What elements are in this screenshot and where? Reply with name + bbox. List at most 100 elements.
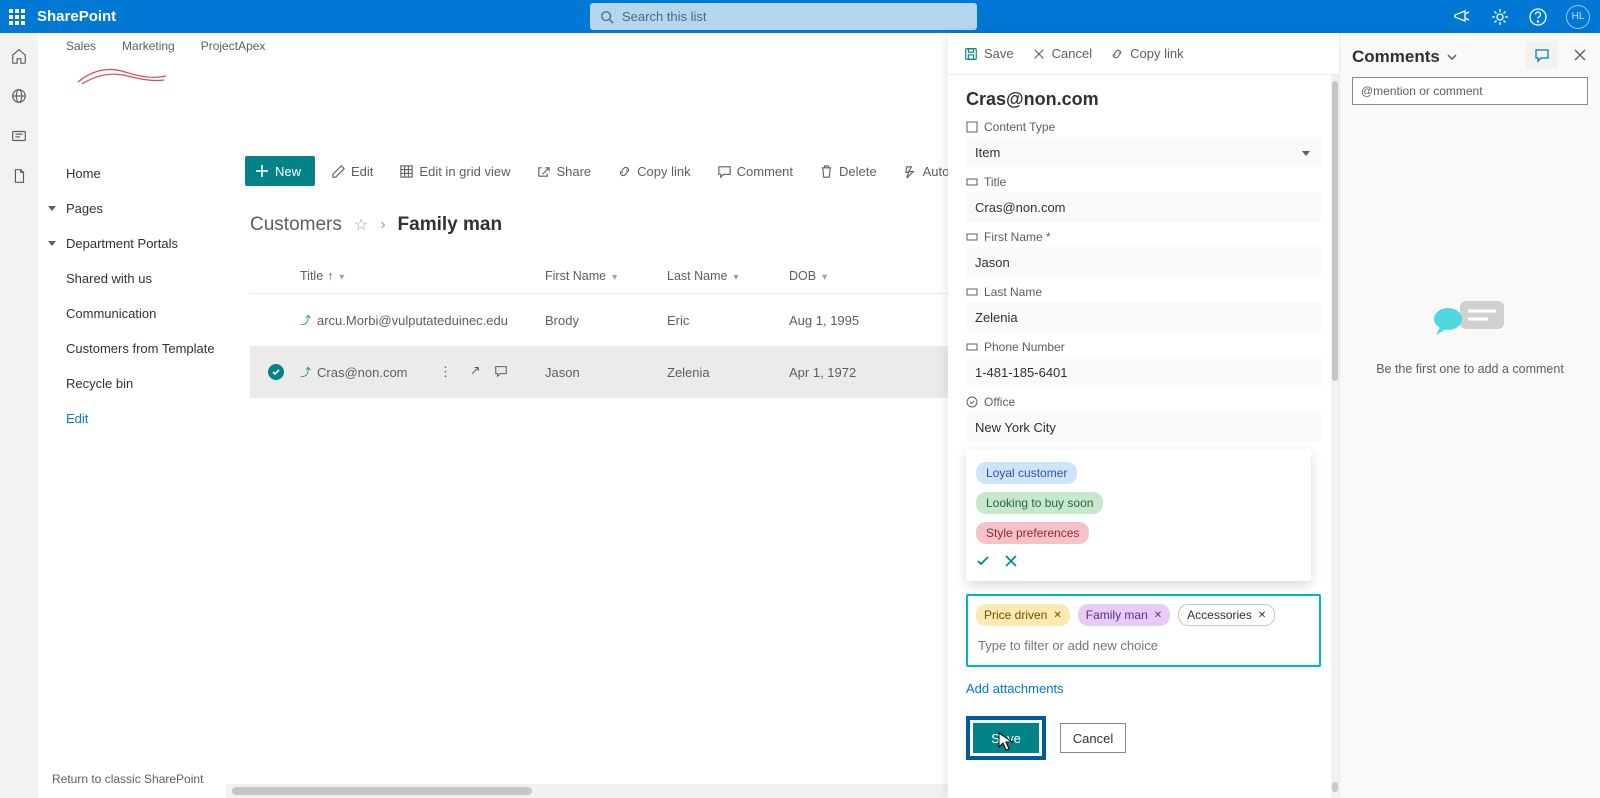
panel-cancel-button[interactable]: Cancel [1032,46,1092,61]
add-attachments-link[interactable]: Add attachments [966,681,1064,696]
plus-icon [255,164,269,178]
text-icon [966,286,978,298]
row-share-icon[interactable] [466,364,480,381]
megaphone-icon[interactable] [1452,7,1472,27]
nav-edit[interactable]: Edit [38,401,223,436]
chevron-down-icon[interactable]: ▾ [339,272,344,283]
news-icon[interactable] [10,127,28,145]
last-name-input[interactable]: Zelenia [966,302,1321,332]
row-comment-icon[interactable] [494,364,508,381]
trash-icon [819,164,834,179]
search-input[interactable]: Search this list [590,3,977,30]
row-last: Zelenia [667,365,789,380]
choice-dropdown: Loyal customer Looking to buy soon Style… [966,450,1311,581]
favorite-star-icon[interactable]: ☆ [354,215,368,235]
search-placeholder: Search this list [622,9,707,24]
nav-department-portals[interactable]: Department Portals [38,226,223,261]
breadcrumb: Customers ☆ › Family man [250,214,502,236]
panel-save-button[interactable]: Save [964,46,1014,61]
breadcrumb-list[interactable]: Customers [250,214,342,236]
first-name-input[interactable]: Jason [966,247,1321,277]
col-title[interactable]: Title↑▾ [300,269,545,283]
app-launcher-button[interactable] [0,0,33,33]
comment-icon [717,164,732,179]
comment-input[interactable]: @mention or comment [1352,77,1588,105]
remove-tag-icon[interactable]: ✕ [1258,610,1266,621]
nav-communication[interactable]: Communication [38,296,223,331]
chevron-right-icon: › [380,216,385,234]
chevron-down-icon[interactable]: ▾ [733,272,738,283]
text-icon [966,231,978,243]
gear-icon[interactable] [1490,7,1510,27]
comments-empty-icon [1430,293,1510,343]
remove-tag-icon[interactable]: ✕ [1053,610,1061,621]
item-icon: ⤴ [300,364,311,380]
new-button[interactable]: New [245,156,315,186]
row-first: Brody [545,313,667,328]
x-icon [1032,47,1046,61]
breadcrumb-view[interactable]: Family man [398,214,503,236]
share-button[interactable]: Share [526,156,601,186]
link-icon [617,164,632,179]
panel-copy-link-button[interactable]: Copy link [1110,46,1183,61]
app-name[interactable]: SharePoint [37,8,116,25]
field-label: Last Name [984,285,1042,299]
help-icon[interactable] [1528,7,1548,27]
hub-link-sales[interactable]: Sales [66,39,96,53]
choice-option[interactable]: Looking to buy soon [976,492,1103,514]
comments-toggle-button[interactable] [1526,41,1558,69]
save-button[interactable]: Save [973,723,1039,753]
row-dob: Apr 1, 1972 [789,365,909,380]
comments-empty-text: Be the first one to add a comment [1340,362,1600,376]
save-icon [964,47,978,61]
content-type-select[interactable]: Item [966,137,1321,167]
nav-shared[interactable]: Shared with us [38,261,223,296]
confirm-icon[interactable] [976,554,990,573]
row-dob: Aug 1, 1995 [789,313,909,328]
panel-close-button[interactable] [1564,41,1596,69]
v-scrollbar[interactable] [1331,75,1339,798]
choice-option[interactable]: Style preferences [976,522,1089,544]
delete-button[interactable]: Delete [809,156,887,186]
field-label: First Name * [984,230,1051,244]
tag-filter-input[interactable] [976,634,1311,657]
site-logo[interactable] [66,57,176,97]
close-icon[interactable] [1004,554,1018,573]
field-label: Office [984,395,1015,409]
chevron-down-icon[interactable]: ▾ [822,272,827,283]
copy-link-button[interactable]: Copy link [607,156,700,186]
user-avatar[interactable]: HL [1566,5,1590,29]
choice-tag-box[interactable]: Price driven✕ Family man✕ Accessories✕ [966,594,1321,667]
nav-customers-template[interactable]: Customers from Template [38,331,223,366]
row-selected-icon[interactable] [268,364,284,380]
hub-link-marketing[interactable]: Marketing [122,39,175,53]
choice-option[interactable]: Loyal customer [976,462,1077,484]
globe-icon[interactable] [10,87,28,105]
title-input[interactable]: Cras@non.com [966,192,1321,222]
grid-icon [399,164,414,179]
field-label: Title [984,175,1006,189]
cancel-button[interactable]: Cancel [1060,723,1126,753]
home-icon[interactable] [10,47,28,65]
selected-tag: Family man✕ [1078,604,1170,626]
nav-pages[interactable]: Pages [38,191,223,226]
row-menu-icon[interactable]: ⋮ [439,364,452,381]
grid-edit-button[interactable]: Edit in grid view [389,156,520,186]
col-first-name[interactable]: First Name▾ [545,269,667,283]
nav-home[interactable]: Home [38,156,223,191]
remove-tag-icon[interactable]: ✕ [1154,610,1162,621]
nav-recycle-bin[interactable]: Recycle bin [38,366,223,401]
return-classic-link[interactable]: Return to classic SharePoint [52,772,203,786]
hub-link-projectapex[interactable]: ProjectApex [201,39,266,53]
edit-button[interactable]: Edit [321,156,383,186]
comment-button[interactable]: Comment [707,156,803,186]
col-dob[interactable]: DOB▾ [789,269,909,283]
files-icon[interactable] [10,167,28,185]
phone-input[interactable]: 1-481-185-6401 [966,357,1321,387]
link-icon [1110,47,1124,61]
sort-asc-icon: ↑ [327,269,333,283]
office-input[interactable]: New York City [966,412,1321,442]
save-highlight: Save [966,716,1046,760]
chevron-down-icon[interactable]: ▾ [612,272,617,283]
col-last-name[interactable]: Last Name▾ [667,269,789,283]
